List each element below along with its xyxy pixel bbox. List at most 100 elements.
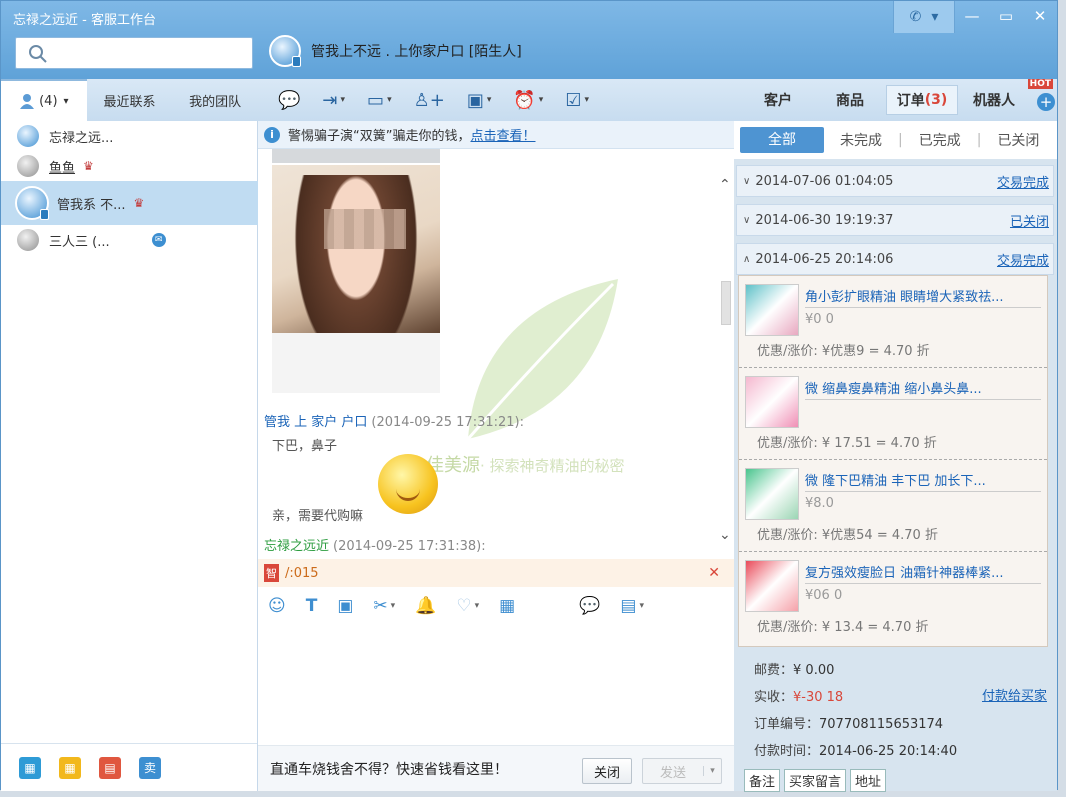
search-icon	[29, 45, 47, 63]
chevron-down-icon: ▾	[931, 9, 939, 25]
order-status[interactable]: 交易完成	[997, 172, 1049, 191]
contact-list: 忘禄之远... 鱼鱼 ♛ 管我系 不... ♛ 三人三 (... ✉	[1, 121, 258, 255]
alarm-button[interactable]: ⏰ ▾	[513, 90, 543, 111]
contact-item[interactable]: 鱼鱼 ♛	[1, 151, 258, 181]
calculator-button[interactable]: ▦	[499, 596, 515, 616]
window-controls: ✆ ▾ — ▭ ✕	[893, 1, 1057, 33]
avatar[interactable]	[269, 35, 301, 67]
product-discount: 优惠/涨价: ¥ 17.51 = 4.70 折	[757, 436, 937, 451]
scroll-thumb[interactable]	[721, 281, 731, 325]
message-photo[interactable]	[272, 165, 440, 393]
sell-icon[interactable]: 卖	[139, 756, 161, 779]
screenshot-button[interactable]: ✂ ▾	[373, 596, 395, 616]
favorite-button[interactable]: ♡ ▾	[456, 596, 479, 616]
nudge-button[interactable]: 🔔	[415, 596, 436, 616]
sidebar: (4) ▾ 最近联系 我的团队 忘禄之远... 鱼鱼 ♛ 管我系 不... ♛	[1, 79, 258, 791]
product-name[interactable]: 微 缩鼻瘦鼻精油 缩小鼻头鼻...	[805, 378, 1041, 400]
tab-customer[interactable]: 客户	[742, 85, 814, 115]
product-name[interactable]: 微 隆下巴精油 丰下巴 加长下...	[805, 470, 1041, 492]
notice-link[interactable]: 点击查看！	[470, 125, 535, 144]
hot-badge: HOT	[1027, 79, 1053, 89]
paid-label: 实收：	[754, 690, 794, 705]
close-button[interactable]: ✕	[1023, 1, 1057, 31]
send-label: 发送	[659, 765, 686, 781]
tab-contacts[interactable]: (4) ▾	[1, 79, 87, 121]
calendar-button[interactable]: ☑ ▾	[565, 90, 589, 111]
tab-recent[interactable]: 最近联系	[87, 79, 173, 121]
chevron-up-icon[interactable]: ⌃	[719, 177, 731, 193]
contact-item[interactable]: 三人三 (... ✉	[1, 225, 258, 255]
note-button[interactable]: 备注	[744, 769, 781, 792]
phone-icon: ✆	[909, 9, 922, 25]
chat-footer: 直通车烧钱舍不得？快速省钱看这里！ 关闭 发送 ▾	[258, 745, 734, 791]
filter-all[interactable]: 全部	[740, 127, 824, 153]
scrollbar[interactable]: ⌃ ⌄	[718, 149, 734, 559]
add-icon[interactable]: +	[1037, 93, 1055, 111]
buyer-message-button[interactable]: 买家留言	[784, 769, 847, 792]
product-name[interactable]: 角小彭扩眼精油 眼睛增大紧致祛...	[805, 286, 1041, 308]
order-count: (3)	[924, 92, 948, 108]
text-icon: T	[305, 596, 318, 616]
transfer-button[interactable]: ⇥ ▾	[322, 90, 345, 111]
image-strip	[272, 149, 440, 163]
filter-incomplete[interactable]: 未完成	[824, 130, 898, 150]
quick-phrase-button[interactable]: 💬	[579, 596, 600, 616]
product-thumbnail[interactable]	[745, 284, 799, 336]
tab-my-team[interactable]: 我的团队	[172, 79, 258, 121]
notice-text: 警惕骗子演“双簧”骗走你的钱，	[288, 129, 471, 144]
chevron-down-icon[interactable]: ▾	[703, 766, 721, 776]
sidebar-tabs: (4) ▾ 最近联系 我的团队	[1, 79, 258, 121]
order-item: 微 隆下巴精油 丰下巴 加长下... ¥8.0 优惠/涨价: ¥优惠54 = 4…	[739, 460, 1047, 552]
order-status[interactable]: 已关闭	[1010, 211, 1049, 230]
send-button[interactable]: 发送 ▾	[642, 758, 722, 784]
message-input[interactable]	[258, 625, 734, 745]
filter-completed[interactable]: 已完成	[903, 130, 977, 150]
close-chat-button[interactable]: 关闭	[582, 758, 632, 784]
crown-icon: ♛	[133, 196, 145, 210]
add-contact-button[interactable]: ♙+	[414, 90, 445, 111]
order-row[interactable]: ∨ 2014-07-06 01:04:05 交易完成	[736, 165, 1054, 197]
maximize-button[interactable]: ▭	[989, 1, 1023, 31]
search-input[interactable]	[15, 37, 253, 69]
pay-buyer-link[interactable]: 付款给买家	[982, 685, 1047, 704]
order-number-label: 订单编号：	[754, 717, 820, 732]
chevron-down-icon: ∨	[743, 175, 751, 187]
app-icon[interactable]: ▦	[19, 756, 41, 779]
tab-products[interactable]: 商品	[814, 85, 886, 115]
tab-robot[interactable]: 机器人	[958, 85, 1030, 115]
emoji-button[interactable]: ☺	[268, 596, 286, 616]
history-button[interactable]: ▤ ▾	[620, 596, 644, 616]
close-icon[interactable]: ✕	[708, 565, 720, 581]
filter-closed[interactable]: 已关闭	[981, 130, 1055, 150]
contact-item[interactable]: 忘禄之远...	[1, 121, 258, 151]
video-button[interactable]: ▭ ▾	[367, 90, 392, 111]
order-actions: 备注 买家留言 地址	[744, 769, 887, 792]
contact-name: 鱼鱼	[49, 160, 76, 176]
chat-history-button[interactable]: 💬	[278, 90, 300, 111]
product-thumbnail[interactable]	[745, 376, 799, 428]
product-thumbnail[interactable]	[745, 468, 799, 520]
monitor-icon: ▣	[466, 89, 484, 111]
screen-share-button[interactable]: ▣ ▾	[467, 90, 492, 111]
minimize-button[interactable]: —	[955, 1, 989, 31]
contact-item-selected[interactable]: 管我系 不... ♛	[1, 181, 258, 225]
tab-orders[interactable]: 订单 (3)	[886, 85, 958, 115]
app-icon[interactable]: ▦	[59, 756, 81, 779]
order-status[interactable]: 交易完成	[997, 250, 1049, 269]
phone-button[interactable]: ✆ ▾	[893, 1, 955, 33]
font-button[interactable]: T	[306, 596, 318, 616]
address-button[interactable]: 地址	[850, 769, 887, 792]
title-bar: 忘禄之远近 - 客服工作台 ✆ ▾ — ▭ ✕ 管我上不远 . 上你家户口 [陌…	[1, 1, 1057, 79]
order-row[interactable]: ∨ 2014-06-30 19:19:37 已关闭	[736, 204, 1054, 236]
chevron-down-icon[interactable]: ⌄	[719, 527, 731, 543]
footer-ad[interactable]: 直通车烧钱舍不得？快速省钱看这里！	[270, 759, 508, 779]
order-row-expanded[interactable]: ∧ 2014-06-25 20:14:06 交易完成	[736, 243, 1054, 275]
image-button[interactable]: ▣	[337, 596, 353, 616]
product-name[interactable]: 复方强效瘦脸日 油霜针神器棒紧...	[805, 562, 1041, 584]
product-thumbnail[interactable]	[745, 560, 799, 612]
shipping-label: 邮费：	[754, 663, 794, 678]
chat-bubble-icon: 💬	[579, 596, 601, 616]
message-header: 忘禄之远近 (2014-09-25 17:31:38):	[264, 535, 486, 554]
order-date: 2014-07-06 01:04:05	[755, 173, 894, 189]
shop-icon[interactable]: ▤	[99, 756, 121, 779]
